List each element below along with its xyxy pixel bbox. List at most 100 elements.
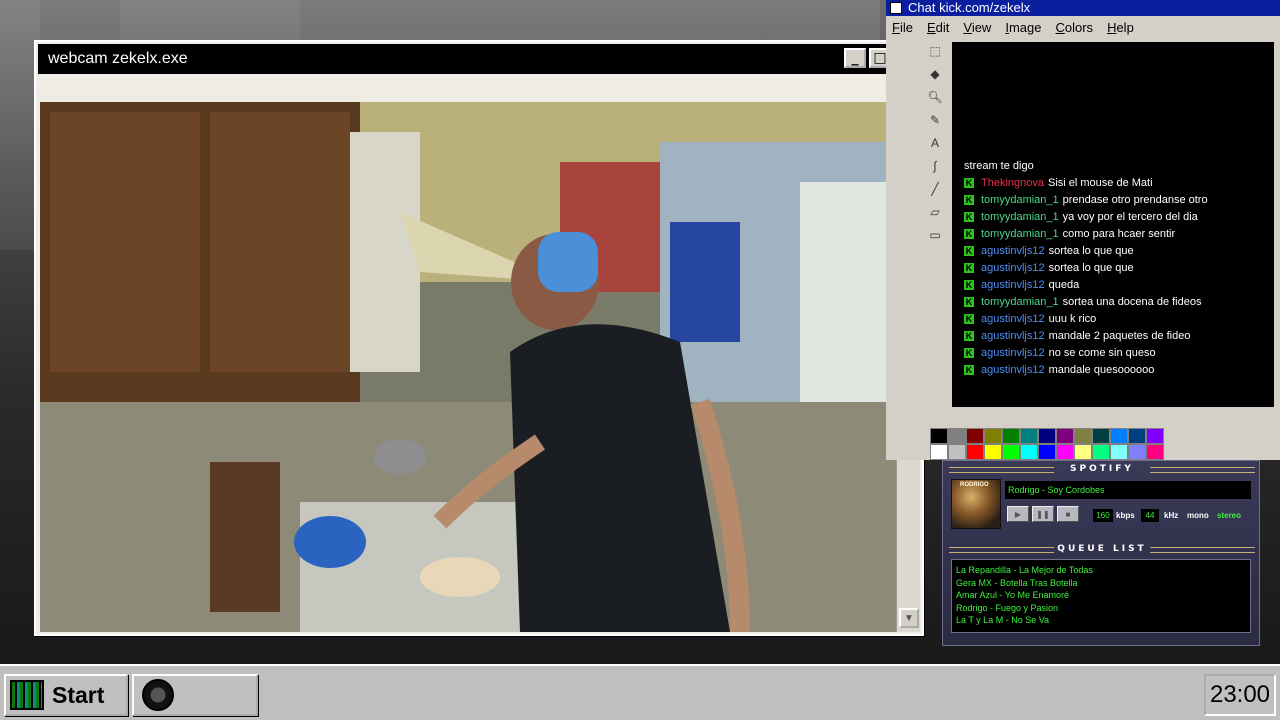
rectangle-tool-icon[interactable]: ▭ (926, 226, 944, 244)
color-swatch[interactable] (1146, 428, 1164, 444)
play-button[interactable]: ▶ (1007, 506, 1029, 522)
menu-view[interactable]: View (963, 20, 991, 35)
color-swatch[interactable] (1002, 428, 1020, 444)
chat-username[interactable]: agustinvljs12 (981, 328, 1045, 345)
color-swatch[interactable] (1110, 444, 1128, 460)
now-playing-track: Rodrigo - Soy Cordobes (1005, 481, 1251, 499)
color-swatch[interactable] (1020, 428, 1038, 444)
color-swatch[interactable] (1146, 444, 1164, 460)
kick-badge-icon: K (964, 348, 974, 358)
chat-username[interactable]: agustinvljs12 (981, 243, 1045, 260)
chat-message: Kagustinvljs12 sortea lo que que (952, 260, 1274, 277)
color-swatch[interactable] (1056, 444, 1074, 460)
color-swatch[interactable] (1092, 428, 1110, 444)
kick-badge-icon: K (964, 331, 974, 341)
queue-list: La Repandilla - La Mejor de Todas Gera MX… (951, 559, 1251, 633)
chat-message-text: sortea una docena de fideos (1062, 296, 1202, 308)
album-art-text: RODRIGO (960, 482, 989, 488)
chat-username[interactable]: Thekingnova (981, 175, 1044, 192)
color-swatch[interactable] (966, 444, 984, 460)
chat-username[interactable]: tomyydamian_1 (981, 192, 1059, 209)
polygon-tool-icon[interactable]: ▱ (926, 203, 944, 221)
chat-message: Kagustinvljs12 uuu k rico (952, 311, 1274, 328)
kick-badge-icon: K (964, 297, 974, 307)
menu-help[interactable]: Help (1107, 20, 1134, 35)
minimize-button[interactable]: _ (844, 48, 866, 68)
chat-username[interactable]: tomyydamian_1 (981, 209, 1059, 226)
chat-message-text: sortea lo que que (1048, 245, 1134, 257)
chat-message-text: mandale 2 paquetes de fideo (1048, 330, 1191, 342)
start-button[interactable]: Start (4, 674, 128, 716)
menu-edit[interactable]: Edit (927, 20, 949, 35)
color-swatch[interactable] (1020, 444, 1038, 460)
queue-item[interactable]: La Repandilla - La Mejor de Todas (956, 564, 1246, 577)
queue-header: QUEUE LIST (947, 543, 1257, 555)
queue-item[interactable]: Gera MX - Botella Tras Botella (956, 577, 1246, 590)
stereo-indicator: stereo (1217, 511, 1242, 520)
webcam-feed-image (40, 102, 896, 632)
chat-menubar: File Edit View Image Colors Help (886, 16, 1280, 38)
chat-username[interactable]: tomyydamian_1 (981, 294, 1059, 311)
color-swatch[interactable] (1038, 444, 1056, 460)
color-swatch[interactable] (1074, 444, 1092, 460)
color-swatch[interactable] (984, 444, 1002, 460)
brush-tool-icon[interactable]: ✎ (926, 111, 944, 129)
color-swatch[interactable] (1056, 428, 1074, 444)
webcam-window-title: webcam zekelx.exe (48, 50, 188, 67)
curve-tool-icon[interactable]: ∫ (926, 157, 944, 175)
kick-badge-icon: K (964, 280, 974, 290)
select-tool-icon[interactable]: ⬚ (926, 42, 944, 60)
color-swatch[interactable] (930, 428, 948, 444)
menu-image[interactable]: Image (1005, 20, 1041, 35)
kick-badge-icon: K (964, 246, 974, 256)
magnifier-tool-icon[interactable]: 🔍︎ (926, 88, 944, 106)
color-swatch[interactable] (1128, 428, 1146, 444)
chat-username[interactable]: agustinvljs12 (981, 362, 1045, 379)
menu-file[interactable]: File (892, 20, 913, 35)
color-swatch[interactable] (948, 444, 966, 460)
chat-message: Ktomyydamian_1 prendase otro prendanse ot… (952, 192, 1274, 209)
color-swatch[interactable] (1002, 444, 1020, 460)
color-swatch[interactable] (984, 428, 1002, 444)
webcam-window: webcam zekelx.exe _ □ ✕ (34, 40, 924, 636)
stop-button[interactable]: ■ (1057, 506, 1079, 522)
fill-tool-icon[interactable]: ◆ (926, 65, 944, 83)
pause-button[interactable]: ❚❚ (1032, 506, 1054, 522)
queue-item[interactable]: La T y La M - No Se Va (956, 614, 1246, 627)
spotify-widget: SPOTIFY RODRIGO Rodrigo - Soy Cordobes ▶… (942, 460, 1260, 646)
chat-message-text: sortea lo que que (1048, 262, 1134, 274)
text-tool-icon[interactable]: A (926, 134, 944, 152)
scroll-down-button[interactable]: ▼ (899, 608, 919, 628)
menu-colors[interactable]: Colors (1055, 20, 1093, 35)
line-tool-icon[interactable]: ╱ (926, 180, 944, 198)
chat-message: K Thekingnova Sisi el mouse de Mati (952, 175, 1274, 192)
color-swatch[interactable] (1110, 428, 1128, 444)
color-swatch[interactable] (1128, 444, 1146, 460)
chat-message-text: ya voy por el tercero del dia (1062, 211, 1198, 223)
color-swatch[interactable] (966, 428, 984, 444)
chat-username[interactable]: agustinvljs12 (981, 345, 1045, 362)
spotify-header: SPOTIFY (947, 463, 1257, 475)
color-swatch[interactable] (930, 444, 948, 460)
kick-badge-icon: K (964, 229, 974, 239)
chat-username[interactable]: tomyydamian_1 (981, 226, 1059, 243)
queue-item[interactable]: Amar Azul - Yo Me Enamoré (956, 589, 1246, 602)
chat-message: Ktomyydamian_1 sortea una docena de fideo… (952, 294, 1274, 311)
color-swatch[interactable] (948, 428, 966, 444)
chat-panel: stream te digo K Thekingnova Sisi el mouse… (952, 42, 1274, 407)
queue-item[interactable]: Rodrigo - Fuego y Pasion (956, 602, 1246, 615)
webcam-titlebar[interactable]: webcam zekelx.exe _ □ ✕ (38, 44, 920, 74)
chat-username[interactable]: agustinvljs12 (981, 311, 1045, 328)
chat-username[interactable]: agustinvljs12 (981, 260, 1045, 277)
chat-message-list: stream te digo K Thekingnova Sisi el mouse… (952, 158, 1274, 379)
color-swatch[interactable] (1074, 428, 1092, 444)
chat-message: Kagustinvljs12 mandale quesoooooo (952, 362, 1274, 379)
chat-titlebar[interactable]: Chat kick.com/zekelx (886, 0, 1280, 16)
taskbar-clock: 23:00 (1204, 674, 1276, 716)
taskbar-app-obs[interactable] (132, 674, 258, 716)
color-swatch[interactable] (1038, 428, 1056, 444)
chat-username[interactable]: agustinvljs12 (981, 277, 1045, 294)
chat-message-text: uuu k rico (1048, 313, 1097, 325)
color-swatch[interactable] (1092, 444, 1110, 460)
taskbar: Start 23:00 (0, 664, 1280, 720)
